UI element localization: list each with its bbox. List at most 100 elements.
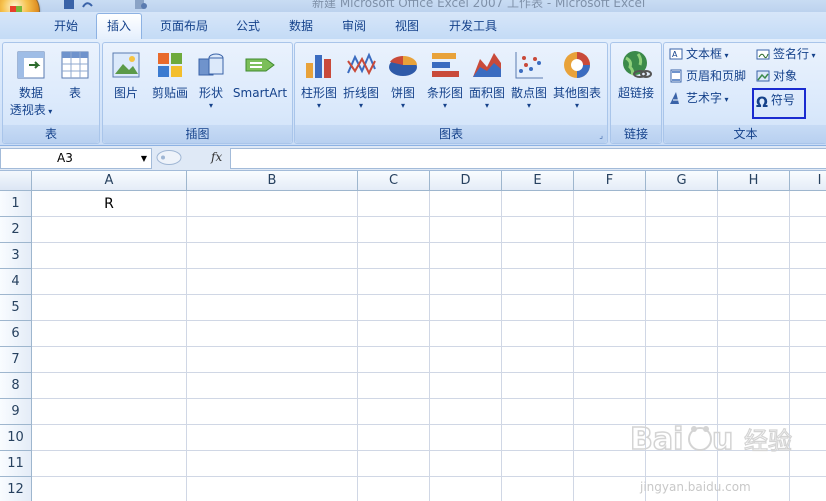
- row-header[interactable]: 1: [0, 191, 32, 217]
- pivot-table-icon: [17, 51, 45, 79]
- column-header[interactable]: I: [790, 171, 826, 191]
- clipart-button[interactable]: 剪贴画: [147, 49, 193, 102]
- column-header[interactable]: H: [718, 171, 790, 191]
- tab-page-layout[interactable]: 页面布局: [152, 15, 216, 37]
- object-button[interactable]: 对象: [756, 66, 797, 86]
- smartart-button[interactable]: SmartArt: [231, 49, 289, 102]
- save-icon[interactable]: [62, 0, 76, 10]
- chevron-down-icon[interactable]: ▼: [141, 149, 147, 168]
- wordart-button[interactable]: 艺术字 ▾: [669, 88, 729, 108]
- shapes-label: 形状: [198, 86, 223, 100]
- chevron-down-icon: ▾: [45, 107, 53, 116]
- signature-line-button[interactable]: 签名行 ▾: [756, 44, 816, 64]
- row-header[interactable]: 2: [0, 217, 32, 243]
- table-icon: [61, 51, 89, 79]
- chevron-down-icon: ▾: [358, 101, 363, 110]
- window-title: 新建 Microsoft Office Excel 2007 工作表 - Mic…: [312, 0, 646, 10]
- group-illustrations: 图片 剪贴画 形状 ▾ SmartArt 插图: [102, 42, 293, 144]
- pivot-table-button[interactable]: 数据 透视表 ▾: [9, 49, 53, 120]
- row-header[interactable]: 12: [0, 477, 32, 501]
- svg-text:u: u: [712, 422, 733, 457]
- hyperlink-label: 超链接: [617, 86, 654, 100]
- bar-chart-button[interactable]: 条形图 ▾: [423, 49, 467, 110]
- textbox-button[interactable]: A 文本框 ▾: [669, 44, 729, 64]
- tab-home[interactable]: 开始: [46, 15, 86, 37]
- name-box[interactable]: A3 ▼: [0, 148, 152, 169]
- line-chart-button[interactable]: 折线图 ▾: [339, 49, 383, 110]
- pie-chart-icon: [389, 56, 417, 76]
- print-preview-icon[interactable]: [134, 0, 148, 10]
- textbox-icon: A: [669, 48, 683, 60]
- group-label-tables: 表: [3, 125, 99, 143]
- column-header[interactable]: B: [187, 171, 358, 191]
- row-header[interactable]: 5: [0, 295, 32, 321]
- column-header[interactable]: D: [430, 171, 502, 191]
- column-header[interactable]: E: [502, 171, 574, 191]
- column-chart-button[interactable]: 柱形图 ▾: [297, 49, 341, 110]
- row-header[interactable]: 7: [0, 347, 32, 373]
- fx-icon[interactable]: fx: [211, 148, 222, 167]
- watermark-url: jingyan.baidu.com: [640, 480, 751, 494]
- other-charts-label: 其他图表: [552, 86, 601, 100]
- tab-review[interactable]: 审阅: [334, 15, 374, 37]
- line-chart-icon: [347, 52, 376, 76]
- row-header[interactable]: 10: [0, 425, 32, 451]
- svg-text:经验: 经验: [744, 427, 792, 455]
- picture-button[interactable]: 图片: [107, 49, 145, 102]
- column-header[interactable]: A: [32, 171, 187, 191]
- row-header[interactable]: 6: [0, 321, 32, 347]
- formula-controls: fx: [155, 148, 229, 167]
- chevron-down-icon: ▾: [574, 101, 579, 110]
- chevron-down-icon: ▾: [400, 101, 405, 110]
- row-header[interactable]: 11: [0, 451, 32, 477]
- scatter-chart-icon: [515, 52, 543, 79]
- smartart-label: SmartArt: [232, 86, 288, 100]
- globe-link-icon: [623, 51, 652, 78]
- row-header[interactable]: 8: [0, 373, 32, 399]
- hyperlink-button[interactable]: 超链接: [613, 49, 659, 102]
- row-header[interactable]: 4: [0, 269, 32, 295]
- tab-developer[interactable]: 开发工具: [441, 15, 505, 37]
- grid-row-line: [32, 294, 826, 295]
- group-label-links: 链接: [611, 125, 661, 143]
- cell-a1[interactable]: R: [32, 191, 186, 217]
- table-label: 表: [68, 86, 81, 100]
- expand-handle-icon[interactable]: [155, 148, 195, 167]
- column-header[interactable]: C: [358, 171, 430, 191]
- group-charts: 柱形图 ▾ 折线图 ▾ 饼图 ▾ 条形图 ▾ 面积图 ▾ 散点图 ▾ 其他图表 …: [294, 42, 608, 144]
- formula-input[interactable]: [230, 148, 826, 169]
- column-header[interactable]: G: [646, 171, 718, 191]
- other-charts-button[interactable]: 其他图表 ▾: [549, 49, 605, 110]
- select-all-corner[interactable]: [0, 171, 32, 191]
- group-links: 超链接 链接: [610, 42, 662, 144]
- wordart-label: 艺术字: [686, 91, 723, 105]
- clipart-label: 剪贴画: [151, 86, 188, 100]
- tab-insert[interactable]: 插入: [96, 13, 142, 40]
- signature-icon: [756, 49, 770, 60]
- grid-row-line: [32, 268, 826, 269]
- grid-row-line: [32, 346, 826, 347]
- row-header[interactable]: 9: [0, 399, 32, 425]
- svg-text:A: A: [672, 50, 678, 59]
- table-button[interactable]: 表: [57, 49, 93, 102]
- shapes-button[interactable]: 形状 ▾: [193, 49, 229, 110]
- dialog-launcher-icon[interactable]: ⌟: [599, 131, 603, 140]
- column-chart-label: 柱形图: [300, 86, 337, 100]
- undo-icon[interactable]: [80, 0, 94, 10]
- tab-data[interactable]: 数据: [281, 15, 321, 37]
- chevron-down-icon: ▾: [208, 101, 213, 110]
- pie-chart-button[interactable]: 饼图 ▾: [383, 49, 423, 110]
- tab-view[interactable]: 视图: [387, 15, 427, 37]
- header-footer-label: 页眉和页脚: [686, 69, 747, 83]
- tab-formulas[interactable]: 公式: [228, 15, 268, 37]
- header-footer-button[interactable]: 页眉和页脚: [669, 66, 746, 86]
- group-label-charts: 图表: [295, 125, 607, 143]
- area-chart-button[interactable]: 面积图 ▾: [465, 49, 509, 110]
- clipart-icon: [158, 53, 182, 77]
- scatter-chart-button[interactable]: 散点图 ▾: [507, 49, 551, 110]
- grid-row-line: [32, 242, 826, 243]
- chevron-down-icon: ▾: [442, 101, 447, 110]
- column-header[interactable]: F: [574, 171, 646, 191]
- scatter-chart-label: 散点图: [510, 86, 547, 100]
- row-header[interactable]: 3: [0, 243, 32, 269]
